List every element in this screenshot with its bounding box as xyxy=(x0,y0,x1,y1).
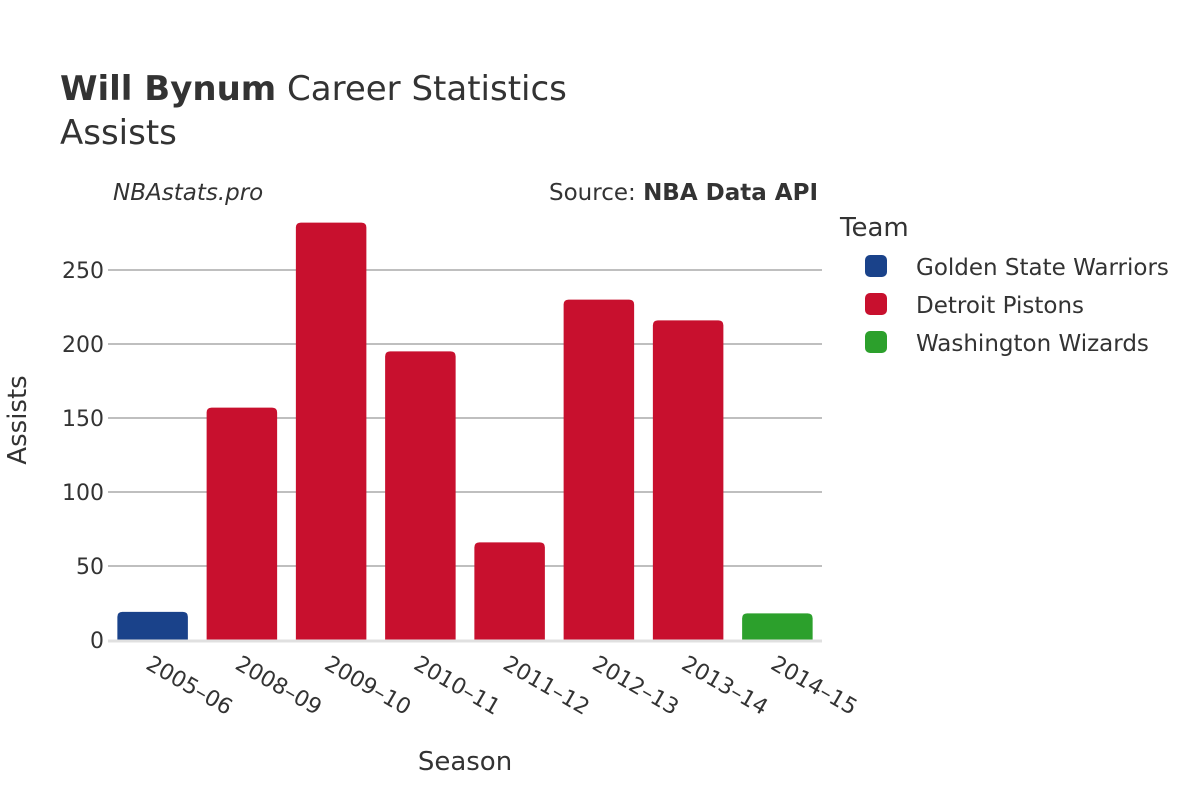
bar-2011-12[interactable] xyxy=(474,542,545,640)
bars xyxy=(117,222,813,640)
y-axis-label: Assists xyxy=(3,375,33,464)
x-axis-ticks: 2005–062008–092009–102010–112011–122012–… xyxy=(142,652,862,721)
brand-label: NBAstats.pro xyxy=(113,180,263,206)
bar-2014-15[interactable] xyxy=(742,613,813,640)
bar-2008-09[interactable] xyxy=(206,407,278,640)
y-tick-label: 0 xyxy=(90,629,104,654)
x-axis-label: Season xyxy=(418,747,512,777)
legend-item[interactable]: Golden State Warriors xyxy=(865,255,1169,281)
bar-2012-13[interactable] xyxy=(563,299,635,640)
legend-label: Detroit Pistons xyxy=(916,293,1084,319)
bar-2010-11[interactable] xyxy=(385,351,456,640)
legend-swatch xyxy=(865,255,887,277)
x-tick-label: 2012–13 xyxy=(588,652,683,721)
y-tick-label: 250 xyxy=(62,259,104,284)
x-tick-label: 2009–10 xyxy=(320,652,415,721)
legend-label: Golden State Warriors xyxy=(916,255,1169,281)
x-tick-label: 2014–15 xyxy=(766,652,861,721)
chart: Will Bynum Career Statistics Assists NBA… xyxy=(3,69,1169,777)
legend-title: Team xyxy=(839,213,909,243)
legend-label: Washington Wizards xyxy=(916,331,1149,357)
legend-item[interactable]: Detroit Pistons xyxy=(865,293,1084,319)
source-prefix: Source: xyxy=(549,180,643,206)
y-tick-label: 50 xyxy=(76,555,104,580)
x-tick-label: 2010–11 xyxy=(409,652,504,721)
title-rest: Career Statistics xyxy=(276,69,567,109)
y-tick-label: 150 xyxy=(62,407,104,432)
chart-title: Will Bynum Career Statistics xyxy=(60,69,567,109)
x-tick-label: 2008–09 xyxy=(231,652,326,721)
chart-subtitle: Assists xyxy=(60,113,177,153)
y-tick-label: 200 xyxy=(62,333,104,358)
source-label: Source: NBA Data API xyxy=(549,180,818,206)
source-name: NBA Data API xyxy=(643,180,818,206)
legend: Team Golden State Warriors Detroit Piston… xyxy=(839,213,1169,357)
legend-item[interactable]: Washington Wizards xyxy=(865,331,1149,357)
x-tick-label: 2005–06 xyxy=(142,652,237,721)
bar-2005-06[interactable] xyxy=(117,611,188,640)
y-axis-ticks: 0 50 100 150 200 250 xyxy=(62,259,104,654)
y-tick-label: 100 xyxy=(62,481,104,506)
x-tick-label: 2011–12 xyxy=(499,652,594,721)
bar-2013-14[interactable] xyxy=(652,320,724,640)
legend-swatch xyxy=(865,331,887,353)
player-name: Will Bynum xyxy=(60,69,276,109)
bar-2009-10[interactable] xyxy=(295,222,367,640)
x-tick-label: 2013–14 xyxy=(677,652,772,721)
legend-swatch xyxy=(865,293,887,315)
